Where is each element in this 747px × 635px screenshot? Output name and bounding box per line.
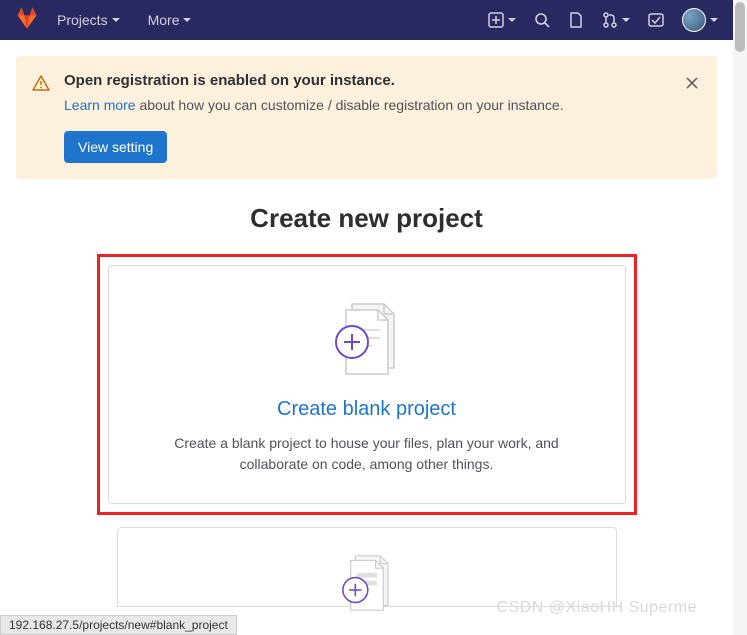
card-description: Create a blank project to house your fil… xyxy=(157,433,577,475)
plus-square-icon xyxy=(488,12,504,28)
chevron-down-icon xyxy=(183,18,191,22)
chevron-down-icon xyxy=(710,18,718,22)
new-dropdown[interactable] xyxy=(488,12,516,28)
todos-button[interactable] xyxy=(648,12,664,28)
todo-icon xyxy=(648,12,664,28)
view-setting-button[interactable]: View setting xyxy=(64,131,167,163)
nav-projects-label: Projects xyxy=(57,12,108,28)
issues-button[interactable] xyxy=(568,12,584,28)
highlight-annotation: Create blank project Create a blank proj… xyxy=(97,254,637,515)
page-content: Open registration is enabled on your ins… xyxy=(0,40,733,623)
chevron-down-icon xyxy=(508,18,516,22)
template-project-icon xyxy=(327,548,407,618)
watermark: CSDN @XiaoHH Superme xyxy=(496,599,697,617)
alert-body: Open registration is enabled on your ins… xyxy=(64,72,669,163)
alert-title: Open registration is enabled on your ins… xyxy=(64,72,669,89)
scrollbar-track[interactable] xyxy=(733,0,747,635)
merge-request-icon xyxy=(602,12,618,28)
search-button[interactable] xyxy=(534,12,550,28)
warning-icon xyxy=(32,74,50,97)
top-navbar: Projects More xyxy=(0,0,733,40)
create-blank-project-card[interactable]: Create blank project Create a blank proj… xyxy=(108,265,626,504)
merge-requests-button[interactable] xyxy=(602,12,630,28)
user-menu[interactable] xyxy=(682,8,718,32)
avatar-icon xyxy=(682,8,706,32)
chevron-down-icon xyxy=(622,18,630,22)
gitlab-logo-icon[interactable] xyxy=(15,6,39,35)
nav-more[interactable]: More xyxy=(138,6,202,34)
alert-desc-text: about how you can customize / disable re… xyxy=(136,97,564,113)
nav-more-label: More xyxy=(148,12,180,28)
page-title: Create new project xyxy=(16,203,717,234)
nav-projects[interactable]: Projects xyxy=(47,6,130,34)
file-icon xyxy=(568,12,584,28)
nav-left: Projects More xyxy=(15,6,201,35)
learn-more-link[interactable]: Learn more xyxy=(64,97,136,113)
card-title: Create blank project xyxy=(137,398,597,421)
close-icon[interactable] xyxy=(683,72,701,97)
nav-right xyxy=(488,8,718,32)
registration-alert: Open registration is enabled on your ins… xyxy=(16,56,717,179)
blank-project-icon xyxy=(137,294,597,384)
statusbar-url: 192.168.27.5/projects/new#blank_project xyxy=(0,615,237,635)
create-from-template-card[interactable] xyxy=(117,527,617,607)
alert-description: Learn more about how you can customize /… xyxy=(64,97,669,113)
search-icon xyxy=(534,12,550,28)
scrollbar-thumb[interactable] xyxy=(735,2,745,52)
chevron-down-icon xyxy=(112,18,120,22)
